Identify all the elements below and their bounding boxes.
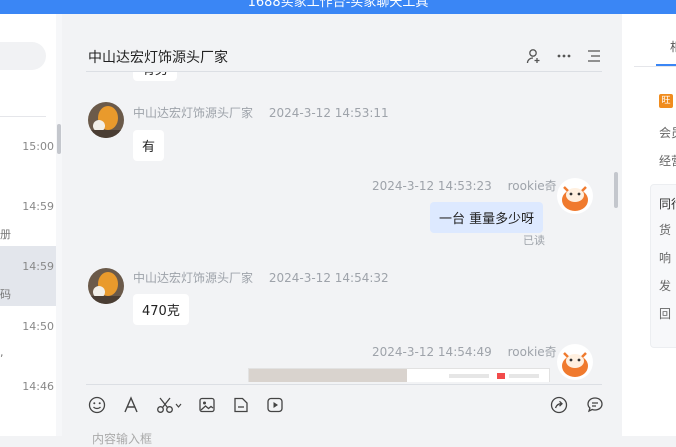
card-item: 回 [659,307,672,321]
image-detail [497,373,505,379]
conversation-snippet: , [0,346,4,359]
chat-title: 中山达宏灯饰源头厂家 [88,50,228,66]
conversation-item[interactable]: 14:46 [0,366,56,426]
conversation-item-selected[interactable]: 14:59 码 [0,246,56,306]
image-message[interactable] [248,368,550,382]
conversation-list: 15:00 14:59 册 14:59 码 14:50 , 14:46 [0,14,62,436]
toolbar-divider [86,384,602,385]
message-meta: 2024-3-12 14:54:49 rookie奇 [372,343,557,360]
chat-panel: 中山达宏灯饰源头厂家 有劣 中山达宏灯饰源头厂家 2024-3-12 14:53… [62,14,622,446]
user-avatar [557,178,593,214]
active-tab-indicator [656,64,676,66]
card-item: 响 [659,251,672,265]
conversation-snippet: 册 [0,228,11,241]
more-icon[interactable] [556,48,572,64]
sender-name: rookie奇 [507,345,557,359]
input-toolbar [88,396,284,414]
conversation-item[interactable]: 15:00 [0,126,56,186]
divider [634,66,676,67]
message-bubble: 有劣 [133,72,178,81]
message-time: 2024-3-12 14:54:49 [372,345,492,359]
chat-scrollbar-thumb[interactable] [614,172,618,208]
message-time: 2024-3-12 14:53:11 [268,106,389,120]
message-time: 2024-3-12 14:54:32 [268,271,389,285]
seller-avatar [88,268,124,304]
file-icon[interactable] [232,396,250,414]
add-contact-icon[interactable] [526,48,542,64]
info-panel: 相 旺 会员 经营 同行 货 响 发 回 [622,14,676,436]
divider [0,116,46,117]
message-meta: 中山达宏灯饰源头厂家 2024-3-12 14:53:11 [133,104,389,121]
chat-settings-icon[interactable] [586,396,604,414]
conversation-snippet: 码 [0,288,11,301]
message-bubble: 有 [133,130,165,161]
scissors-icon[interactable] [156,396,182,414]
image-icon[interactable] [198,396,216,414]
sender-name: 中山达宏灯饰源头厂家 [133,271,254,285]
message-list: 有劣 中山达宏灯饰源头厂家 2024-3-12 14:53:11 有 2024-… [62,72,622,382]
image-detail [509,374,539,378]
message-input[interactable]: 内容输入框 [92,430,152,447]
sender-name: rookie奇 [507,179,557,193]
input-toolbar-right [550,396,604,414]
conversation-time: 14:46 [22,380,54,393]
info-label: 经营 [659,154,676,168]
conversation-item[interactable]: 14:50 , [0,306,56,366]
message-bubble-own: 一台 重量多少呀 [430,202,544,233]
card-item: 货 [659,223,672,237]
shop-badge-icon: 旺 [659,94,673,108]
info-label: 会员 [659,126,676,140]
message-meta: 中山达宏灯饰源头厂家 2024-3-12 14:54:32 [133,269,389,286]
video-icon[interactable] [266,396,284,414]
message-time: 2024-3-12 14:53:23 [372,179,492,193]
search-input[interactable] [0,42,46,70]
sender-name: 中山达宏灯饰源头厂家 [133,106,254,120]
tab-info[interactable]: 相 [670,38,676,55]
image-thumbnail [249,369,407,382]
conversation-time: 15:00 [22,140,54,153]
image-detail [449,374,489,378]
window-title-bar: 1688买家工作台-买家聊天工具 [0,0,676,14]
window-title: 1688买家工作台-买家聊天工具 [247,0,429,10]
card-item: 发 [659,279,672,293]
conversation-time: 14:59 [22,200,54,213]
user-avatar [557,344,593,380]
seller-avatar [88,102,124,138]
list-menu-icon[interactable] [586,48,602,64]
message-meta: 2024-3-12 14:53:23 rookie奇 [372,177,557,194]
chat-header: 中山达宏灯饰源头厂家 [62,14,622,66]
card-heading: 同行 [659,197,676,211]
conversation-item[interactable]: 14:59 册 [0,186,56,246]
emoji-icon[interactable] [88,396,106,414]
message-bubble: 470克 [133,294,189,325]
conversation-time: 14:59 [22,260,54,273]
share-icon[interactable] [550,396,568,414]
read-status: 已读 [523,234,545,247]
font-icon[interactable] [122,396,140,414]
conversation-time: 14:50 [22,320,54,333]
scrollbar-thumb[interactable] [57,124,61,154]
